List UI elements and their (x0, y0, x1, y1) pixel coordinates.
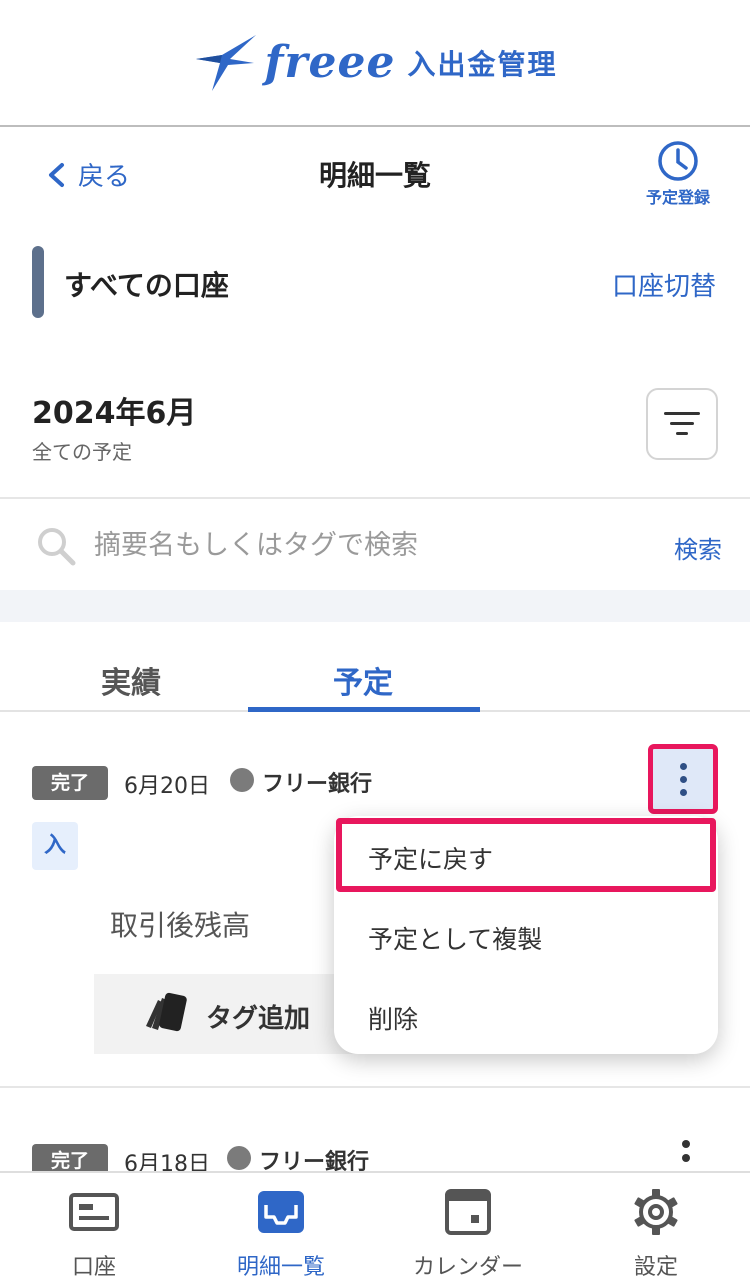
more-options-button[interactable] (682, 1140, 690, 1162)
tab-bar: 実績 予定 (0, 622, 750, 712)
tab-actual[interactable]: 実績 (16, 658, 246, 702)
bank-color-dot (227, 1146, 251, 1170)
dot (682, 1154, 690, 1162)
brand-name: freee (264, 37, 396, 88)
bottom-nav-label: 口座 (71, 1255, 116, 1280)
bottom-nav-calendar[interactable]: カレンダー (388, 1187, 548, 1281)
context-menu: 予定に戻す 予定として複製 削除 (334, 816, 718, 1054)
bottom-nav-statements[interactable]: 明細一覧 (201, 1187, 361, 1281)
schedule-register-label: 予定登録 (645, 188, 710, 207)
bottom-nav-label: 設定 (633, 1255, 678, 1280)
search-icon (38, 528, 76, 566)
inbox-icon (258, 1191, 304, 1233)
account-row: すべての口座 口座切替 (0, 244, 750, 320)
bottom-nav-settings[interactable]: 設定 (576, 1187, 736, 1281)
tag-icon (146, 992, 187, 1032)
search-input[interactable] (94, 522, 614, 568)
schedule-register-button[interactable]: 予定登録 (638, 140, 718, 208)
more-options-button[interactable] (648, 744, 718, 814)
menu-item-duplicate-as-planned[interactable]: 予定として複製 (368, 920, 542, 956)
bird-logo-icon (196, 34, 257, 91)
divider (0, 497, 750, 499)
add-tag-label: タグ追加 (206, 1004, 311, 1034)
filter-summary: 全ての予定 (32, 440, 132, 464)
clock-icon (658, 141, 698, 181)
menu-item-revert-to-planned[interactable]: 予定に戻す (368, 840, 493, 876)
income-badge: 入 (32, 822, 78, 870)
page: freee 入出金管理 戻る 明細一覧 予定登録 すべての口座 口座切替 202… (0, 0, 750, 1284)
status-badge: 完了 (32, 766, 108, 800)
account-indicator (32, 246, 44, 318)
nav-bar: 戻る 明細一覧 予定登録 (0, 128, 750, 218)
gear-icon (634, 1189, 678, 1235)
account-switch-link[interactable]: 口座切替 (612, 266, 716, 303)
item-date: 6月20日 (124, 774, 210, 799)
month-title: 2024年6月 (32, 396, 197, 431)
freee-logo: freee 入出金管理 (192, 33, 557, 93)
filter-icon (664, 412, 700, 435)
filter-button[interactable] (646, 388, 718, 460)
dot (679, 788, 687, 796)
bottom-nav-accounts[interactable]: 口座 (14, 1187, 174, 1281)
calendar-icon (445, 1189, 491, 1235)
app-header: freee 入出金管理 (0, 0, 750, 127)
bottom-nav-label: 明細一覧 (236, 1255, 325, 1280)
dot (679, 762, 687, 770)
account-name: すべての口座 (64, 269, 229, 302)
dot (682, 1140, 690, 1148)
balance-label: 取引後残高 (110, 909, 251, 942)
bottom-navigation: 口座 明細一覧 カレンダー 設定 (0, 1171, 750, 1284)
dot (679, 775, 687, 783)
tab-planned[interactable]: 予定 (248, 658, 478, 702)
bank-name: フリー銀行 (262, 772, 373, 797)
account-card-icon (69, 1193, 119, 1231)
menu-item-delete[interactable]: 削除 (368, 1000, 418, 1036)
product-name: 入出金管理 (407, 47, 558, 81)
search-button[interactable]: 検索 (674, 530, 722, 565)
bottom-nav-label: カレンダー (412, 1255, 523, 1280)
section-spacer (0, 590, 750, 622)
bank-color-dot (230, 768, 254, 792)
search-bar: 検索 (0, 500, 750, 590)
list-item[interactable]: 完了 6月18日 フリー銀行 (0, 1090, 750, 1178)
